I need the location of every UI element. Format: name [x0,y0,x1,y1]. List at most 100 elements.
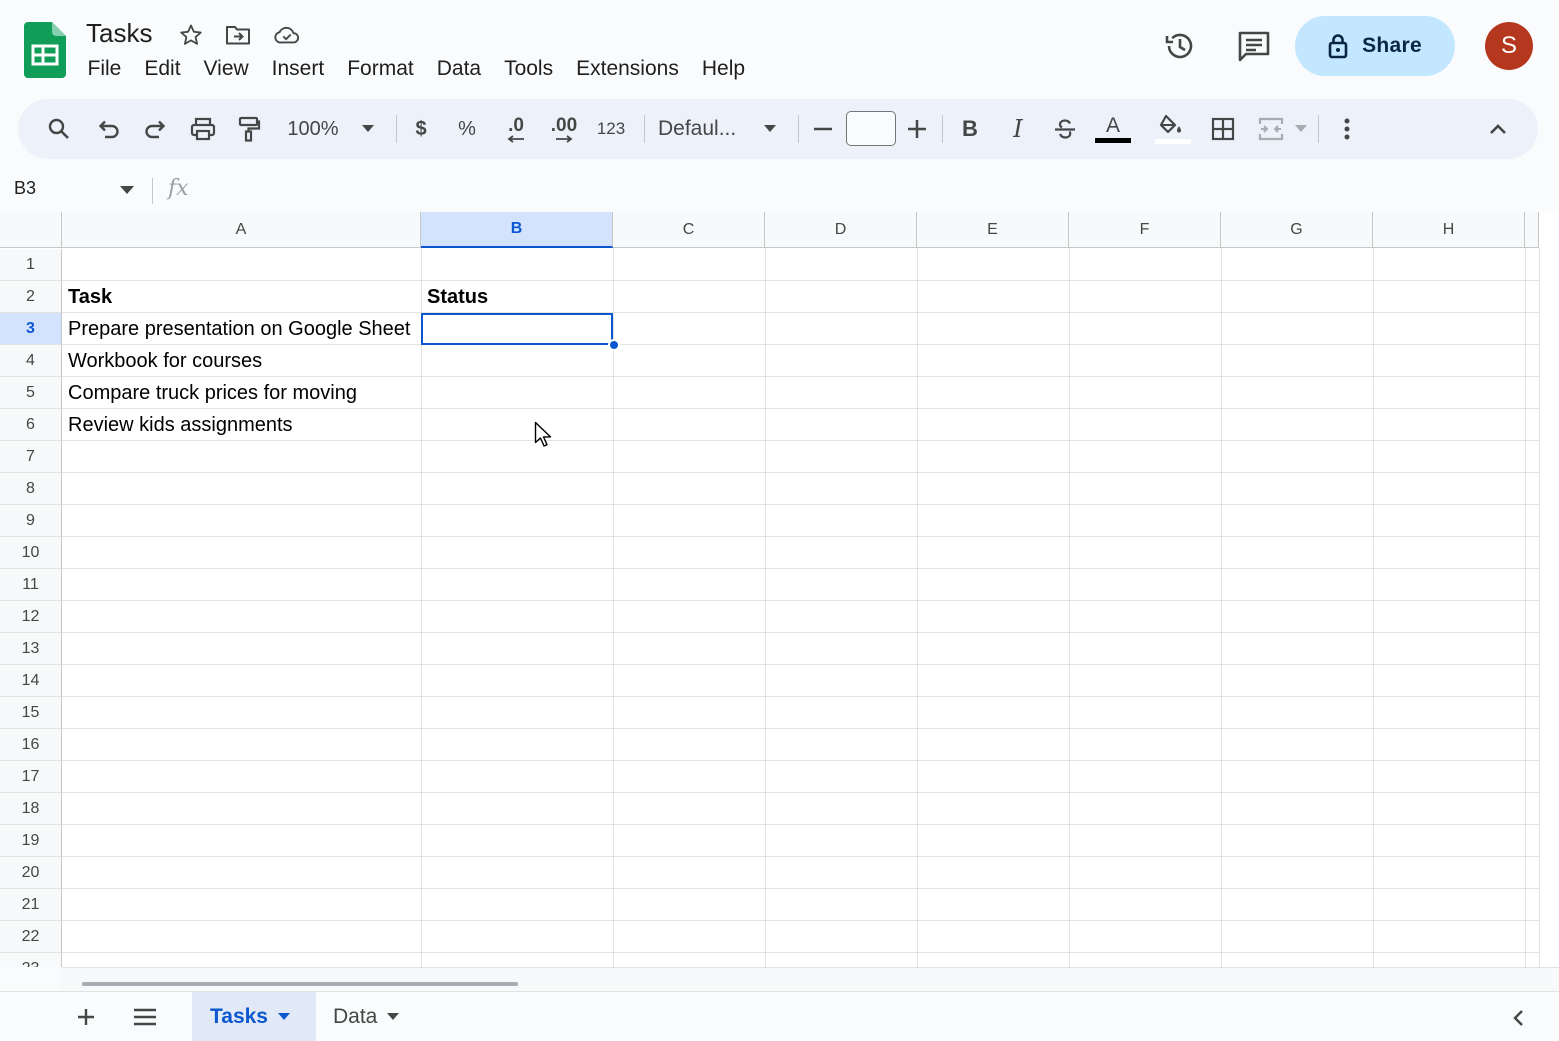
name-box-dropdown-icon[interactable] [120,186,134,195]
column-header-e[interactable]: E [917,212,1069,248]
search-menus-icon[interactable] [44,99,74,159]
all-sheets-menu-icon[interactable] [132,1006,158,1028]
column-header-a[interactable]: A [62,212,421,248]
cell-a6[interactable]: Review kids assignments [62,409,421,441]
zoom-select[interactable]: 100% [282,99,344,159]
share-button[interactable]: Share [1295,16,1455,76]
row-header[interactable]: 6 [0,409,62,441]
row-header[interactable]: 4 [0,345,62,377]
print-icon[interactable] [188,99,218,159]
strikethrough-icon[interactable] [1050,99,1080,159]
add-sheet-icon[interactable] [74,1005,98,1029]
row-header[interactable]: 12 [0,601,62,633]
chevron-left-icon[interactable] [1512,1009,1528,1027]
account-avatar[interactable]: S [1485,22,1533,70]
cell-a4[interactable]: Workbook for courses [62,345,421,377]
menu-tools[interactable]: Tools [493,54,565,84]
font-size-input[interactable] [846,111,896,146]
fill-handle[interactable] [608,339,620,351]
sheets-logo-icon[interactable] [24,22,66,78]
column-header-g[interactable]: G [1221,212,1373,248]
sheet-tab-tasks[interactable]: Tasks [192,992,316,1041]
row-header[interactable]: 3 [0,313,62,345]
name-box[interactable]: B3 [14,178,36,199]
row-header[interactable]: 19 [0,825,62,857]
sheet-tab-dropdown-icon[interactable] [387,1013,400,1021]
italic-button[interactable]: I [1004,99,1032,159]
sheet-tab-data[interactable]: Data [316,992,426,1041]
more-formats-button[interactable]: 123 [594,99,628,159]
zoom-dropdown-arrow-icon[interactable] [356,99,380,159]
row-header[interactable]: 23 [0,953,62,967]
menu-view[interactable]: View [192,54,260,84]
spreadsheet-grid[interactable]: A B C D E F G H 1 2 3 4 5 6 7 8 9 10 11 … [0,212,1559,967]
vertical-scrollbar[interactable] [1539,248,1559,967]
comments-icon[interactable] [1236,28,1272,64]
document-title[interactable]: Tasks [86,17,152,49]
row-header[interactable]: 9 [0,505,62,537]
menu-insert[interactable]: Insert [260,54,336,84]
more-vert-icon[interactable] [1334,99,1360,159]
font-dropdown-arrow-icon[interactable] [758,99,782,159]
row-header[interactable]: 1 [0,249,62,281]
row-header[interactable]: 8 [0,473,62,505]
row-header[interactable]: 18 [0,793,62,825]
menu-edit[interactable]: Edit [133,54,192,84]
version-history-icon[interactable] [1162,28,1198,64]
cell-b2[interactable]: Status [421,281,613,313]
redo-icon[interactable] [140,99,170,159]
active-cell-selection[interactable] [421,313,613,345]
sheet-tab-label: Data [333,1005,378,1028]
row-header[interactable]: 21 [0,889,62,921]
format-percent-button[interactable]: % [454,99,480,159]
decrease-decimal-button[interactable]: .0 [500,99,532,159]
move-folder-icon[interactable] [225,22,251,48]
cloud-saved-icon[interactable] [274,22,300,48]
sheet-tab-dropdown-icon[interactable] [278,1013,290,1021]
row-header[interactable]: 2 [0,281,62,313]
column-header-h[interactable]: H [1373,212,1525,248]
merge-cells-icon[interactable] [1256,99,1286,159]
fill-color-button[interactable] [1154,99,1192,159]
row-header[interactable]: 11 [0,569,62,601]
column-header-f[interactable]: F [1069,212,1221,248]
bold-button[interactable]: B [956,99,984,159]
row-header[interactable]: 14 [0,665,62,697]
formula-input[interactable] [210,176,1540,206]
menu-extensions[interactable]: Extensions [565,54,691,84]
column-header-c[interactable]: C [613,212,765,248]
column-header-b[interactable]: B [421,212,613,248]
format-currency-button[interactable]: $ [408,99,434,159]
merge-dropdown-arrow-icon[interactable] [1290,99,1312,159]
cell-a3[interactable]: Prepare presentation on Google Sheet [62,313,421,345]
row-header[interactable]: 15 [0,697,62,729]
menu-data[interactable]: Data [425,54,492,84]
row-header[interactable]: 10 [0,537,62,569]
horizontal-scrollbar-thumb[interactable] [82,982,518,986]
row-header[interactable]: 22 [0,921,62,953]
increase-font-size-icon[interactable] [904,99,930,159]
paint-format-icon[interactable] [234,99,264,159]
borders-icon[interactable] [1208,99,1238,159]
row-header[interactable]: 7 [0,441,62,473]
row-header[interactable]: 20 [0,857,62,889]
star-icon[interactable] [178,22,204,48]
undo-icon[interactable] [94,99,124,159]
menu-format[interactable]: Format [336,54,426,84]
row-header[interactable]: 17 [0,761,62,793]
cell-a2[interactable]: Task [62,281,421,313]
decrease-font-size-icon[interactable] [810,99,836,159]
select-all-corner[interactable] [0,212,62,248]
row-header[interactable]: 16 [0,729,62,761]
column-header-d[interactable]: D [765,212,917,248]
menu-help[interactable]: Help [690,54,756,84]
row-header[interactable]: 5 [0,377,62,409]
horizontal-scrollbar[interactable] [62,967,1559,991]
menu-file[interactable]: File [76,54,133,84]
hide-menus-chevron-up-icon[interactable] [1484,99,1512,159]
text-color-button[interactable]: A [1094,99,1132,159]
cell-a5[interactable]: Compare truck prices for moving [62,377,421,409]
row-header[interactable]: 13 [0,633,62,665]
increase-decimal-button[interactable]: .00 [546,99,582,159]
font-family-select[interactable]: Defaul... [658,99,748,159]
